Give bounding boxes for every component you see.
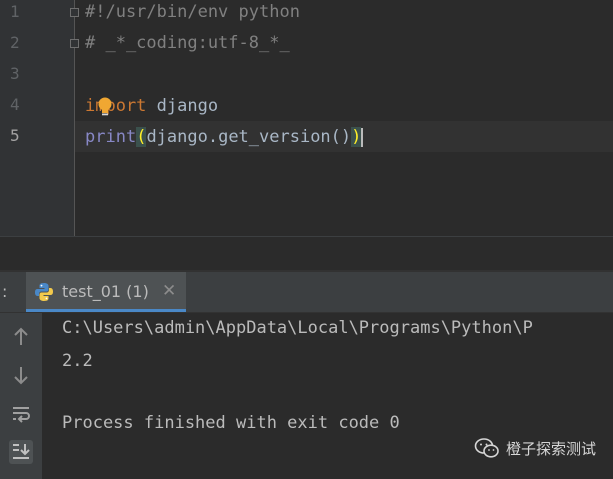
console-line: 2.2 — [62, 351, 93, 371]
close-paren: ) — [351, 127, 362, 147]
tab-test-01[interactable]: test_01 (1) ✕ — [26, 272, 186, 312]
scroll-to-end-icon[interactable] — [9, 440, 33, 464]
module-name: django — [146, 96, 219, 116]
console-line: Process finished with exit code 0 — [62, 413, 400, 433]
editor-horizontal-area — [0, 236, 613, 271]
line-number: 5 — [10, 126, 20, 145]
run-side-toolbar — [0, 313, 42, 479]
watermark-text: 橙子探索测试 — [506, 439, 597, 458]
keyword-import: import — [85, 96, 147, 116]
tab-label: test_01 (1) — [62, 282, 149, 301]
call-expression: django.get_version() — [146, 127, 352, 147]
text-caret — [361, 127, 364, 147]
run-title-fragment: : — [2, 282, 8, 301]
line-number: 4 — [10, 95, 20, 114]
console-line: C:\Users\admin\AppData\Local\Programs\Py… — [62, 318, 533, 338]
code-line-2[interactable]: # _*_coding:utf-8_*_ — [85, 32, 290, 54]
code-line-5[interactable]: print(django.get_version()) — [85, 126, 364, 148]
soft-wrap-icon[interactable] — [9, 402, 33, 426]
open-paren: ( — [136, 127, 147, 147]
builtin-print: print — [85, 127, 137, 147]
python-icon — [35, 283, 53, 301]
fold-marker-icon[interactable] — [70, 39, 79, 48]
line-number: 1 — [10, 2, 20, 21]
code-editor[interactable]: 1 2 3 4 5 #!/usr/bin/env python # _*_cod… — [0, 0, 613, 236]
gutter-divider — [74, 0, 75, 236]
fold-marker-icon[interactable] — [70, 8, 79, 17]
line-number: 2 — [10, 33, 20, 52]
line-number: 3 — [10, 64, 20, 83]
arrow-up-icon[interactable] — [9, 325, 33, 349]
arrow-down-icon[interactable] — [9, 363, 33, 387]
close-icon[interactable]: ✕ — [162, 281, 176, 301]
watermark: 橙子探索测试 — [474, 437, 596, 459]
wechat-icon — [474, 438, 499, 458]
lightbulb-icon[interactable] — [97, 97, 113, 117]
code-line-1[interactable]: #!/usr/bin/env python — [85, 1, 300, 23]
run-tool-window-header: : test_01 (1) ✕ — [0, 272, 613, 313]
